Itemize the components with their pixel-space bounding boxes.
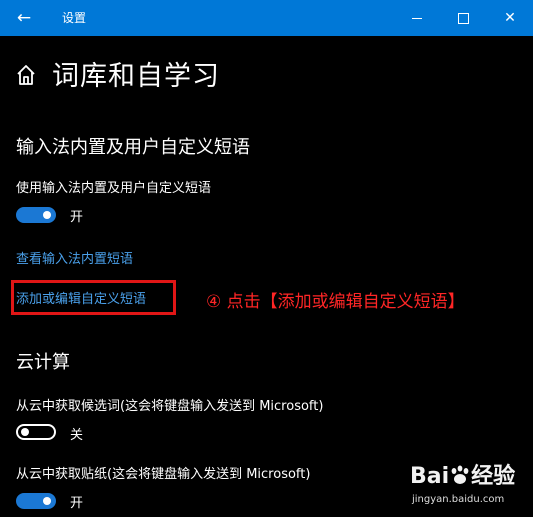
cloud-stickers-state: 开	[70, 496, 84, 511]
toggle-knob	[21, 428, 29, 436]
home-icon[interactable]	[16, 64, 36, 86]
paw-icon	[451, 465, 469, 484]
annotation-text: ④ 点击【添加或编辑自定义短语】	[206, 292, 465, 312]
section-title-cloud: 云计算	[16, 352, 70, 373]
watermark-site: jingyan.baidu.com	[412, 494, 505, 505]
minimize-icon	[412, 17, 422, 19]
phrases-toggle-label: 使用输入法内置及用户自定义短语	[16, 181, 212, 196]
back-button[interactable]: ←	[0, 0, 48, 36]
page-title: 词库和自学习	[52, 61, 220, 92]
toggle-knob	[43, 211, 51, 219]
title-bar: ← 设置 ✕	[0, 0, 533, 36]
baidu-jingyan-watermark: Bai 经验 jingyan.baidu.com	[410, 458, 530, 514]
minimize-button[interactable]	[394, 0, 440, 36]
cloud-candidates-state: 关	[70, 428, 84, 443]
window-title: 设置	[62, 11, 87, 25]
annotation-highlight-box	[11, 280, 176, 315]
view-builtin-phrases-link[interactable]: 查看输入法内置短语	[16, 248, 133, 267]
section-title-phrases: 输入法内置及用户自定义短语	[16, 137, 250, 158]
phrases-toggle[interactable]	[16, 207, 56, 223]
toggle-knob	[43, 497, 51, 505]
phrases-toggle-state: 开	[70, 210, 84, 225]
maximize-button[interactable]	[440, 0, 486, 36]
cloud-candidates-toggle[interactable]	[16, 424, 56, 440]
cloud-stickers-toggle[interactable]	[16, 493, 56, 509]
cloud-stickers-label: 从云中获取贴纸(这会将键盘输入发送到 Microsoft)	[16, 467, 311, 482]
cloud-candidates-label: 从云中获取候选词(这会将键盘输入发送到 Microsoft)	[16, 399, 324, 414]
close-icon: ✕	[504, 10, 516, 26]
watermark-logo: Bai 经验	[410, 464, 516, 489]
close-button[interactable]: ✕	[487, 0, 533, 36]
back-arrow-icon: ←	[16, 8, 32, 28]
maximize-icon	[457, 12, 469, 24]
